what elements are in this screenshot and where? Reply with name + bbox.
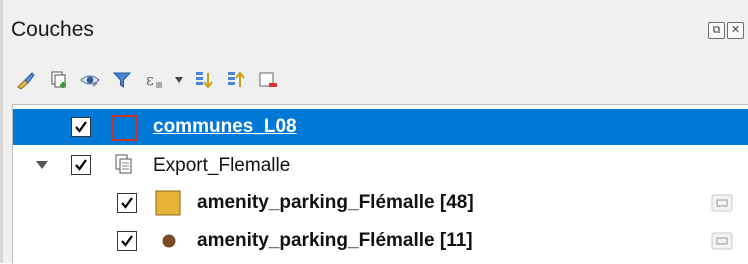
- layers-panel: Couches ⧉ ✕ ε communes_L08 Export_Flemal…: [0, 0, 748, 264]
- embedded-layer-icon[interactable]: [711, 232, 733, 250]
- layer-row-communes[interactable]: communes_L08: [13, 109, 748, 145]
- add-group-icon[interactable]: [45, 67, 71, 93]
- layer-tree: communes_L08 Export_Flemalle amenity_par…: [12, 104, 748, 264]
- close-button[interactable]: ✕: [727, 22, 744, 39]
- remove-layer-icon[interactable]: [255, 67, 281, 93]
- layer-label[interactable]: communes_L08: [153, 116, 297, 138]
- square-symbol-icon: [155, 190, 181, 216]
- visibility-checkbox[interactable]: [117, 231, 137, 251]
- collapse-all-icon[interactable]: [223, 67, 249, 93]
- expand-all-icon[interactable]: [191, 67, 217, 93]
- layer-row-parking-points[interactable]: amenity_parking_Flémalle [11]: [13, 223, 748, 259]
- panel-title: Couches: [11, 18, 94, 41]
- layer-row-group[interactable]: Export_Flemalle: [13, 147, 748, 183]
- svg-text:ε: ε: [146, 71, 154, 89]
- style-manager-icon[interactable]: [13, 67, 39, 93]
- embedded-layer-icon[interactable]: [711, 194, 733, 212]
- layers-toolbar: ε: [3, 60, 748, 100]
- filter-dropdown-icon[interactable]: [173, 67, 185, 93]
- chevron-down-icon[interactable]: [35, 159, 49, 171]
- layer-group-icon: [115, 154, 132, 174]
- visibility-checkbox[interactable]: [71, 155, 91, 175]
- visibility-checkbox[interactable]: [71, 117, 91, 137]
- float-button[interactable]: ⧉: [708, 22, 725, 39]
- panel-titlebar: Couches ⧉ ✕: [3, 0, 748, 60]
- point-symbol-icon: [162, 234, 176, 248]
- layer-label[interactable]: Export_Flemalle: [153, 155, 290, 177]
- filter-legend-icon[interactable]: [109, 67, 135, 93]
- manage-visibility-icon[interactable]: [77, 67, 103, 93]
- filter-expression-icon[interactable]: ε: [141, 67, 167, 93]
- visibility-checkbox[interactable]: [117, 193, 137, 213]
- layer-label[interactable]: amenity_parking_Flémalle [48]: [197, 192, 474, 214]
- layer-row-parking-polygons[interactable]: amenity_parking_Flémalle [48]: [13, 185, 748, 221]
- layer-label[interactable]: amenity_parking_Flémalle [11]: [197, 230, 473, 252]
- polygon-symbol-icon: [111, 115, 137, 141]
